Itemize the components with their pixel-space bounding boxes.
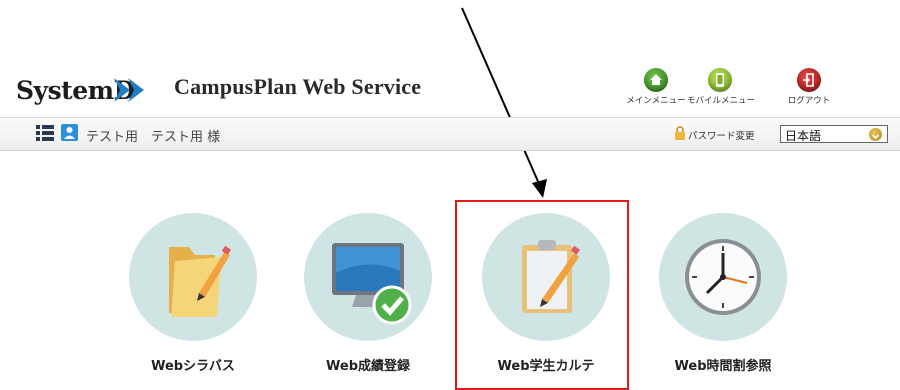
clock-icon — [659, 213, 787, 341]
user-icon — [61, 124, 78, 141]
tile-label: Webシラバス — [151, 359, 235, 374]
menu-list-icon[interactable] — [36, 125, 54, 141]
logout-icon — [797, 68, 821, 92]
language-value: 日本語 — [785, 129, 822, 143]
app-title: CampusPlan Web Service — [174, 74, 422, 99]
tile-label: Web時間割参照 — [674, 359, 772, 374]
logout-label: ログアウト — [787, 96, 831, 106]
monitor-check-icon — [304, 213, 432, 341]
mobile-menu-button[interactable]: モバイルメニュー — [687, 68, 756, 106]
user-bar: テスト用 テスト用 様 パスワード変更 日本語 — [0, 117, 900, 151]
user-name: テスト用 テスト用 様 — [86, 130, 221, 145]
mobile-menu-label: モバイルメニュー — [687, 96, 756, 106]
tile-web-timetable[interactable]: Web時間割参照 — [648, 213, 798, 374]
main-menu-label: メインメニュー — [626, 96, 686, 106]
main-menu-button[interactable]: メインメニュー — [624, 68, 688, 106]
clipboard-pencil-icon — [482, 213, 610, 341]
folder-pencil-icon — [129, 213, 257, 341]
systemd-logo: SystemD — [16, 76, 144, 105]
password-change-link[interactable]: パスワード変更 — [688, 128, 755, 142]
tile-web-grades[interactable]: Web成績登録 — [293, 213, 443, 374]
tile-web-syllabus[interactable]: Webシラバス — [118, 213, 268, 374]
tile-label: Web学生カルテ — [497, 359, 595, 374]
tile-web-student-karte[interactable]: Web学生カルテ — [471, 213, 621, 374]
chevron-down-icon — [869, 128, 882, 141]
mobile-icon — [708, 68, 732, 92]
home-icon — [644, 68, 668, 92]
lock-icon — [675, 126, 685, 140]
tile-label: Web成績登録 — [326, 359, 410, 374]
logout-button[interactable]: ログアウト — [780, 68, 838, 106]
language-select[interactable]: 日本語 — [780, 125, 888, 143]
